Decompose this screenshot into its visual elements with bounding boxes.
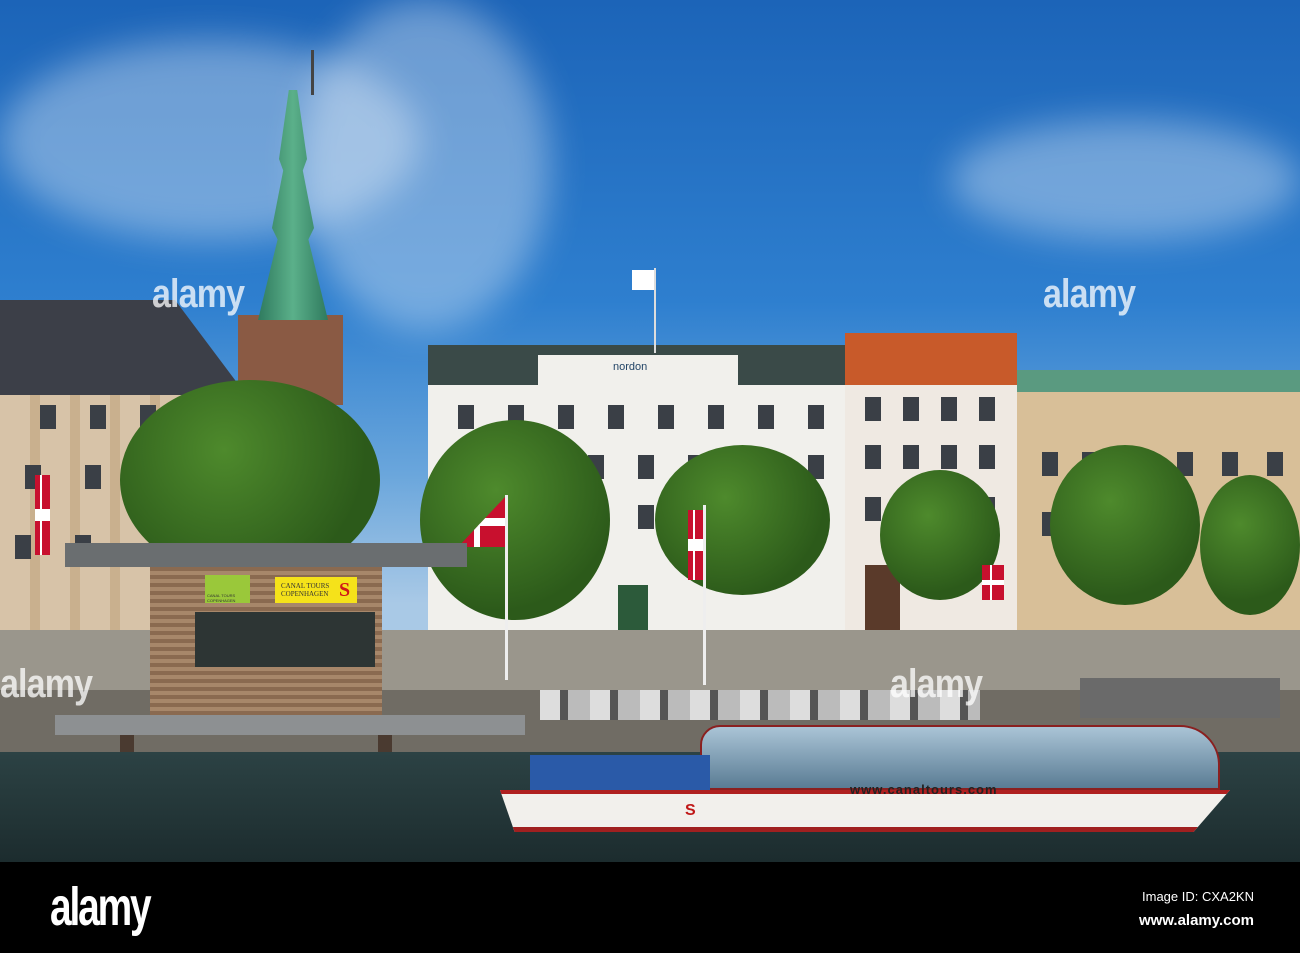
flagpole [654,268,656,353]
kiosk-sign-green: CANAL TOURS COPENHAGEN [205,575,250,603]
kiosk-canopy [65,543,467,567]
gangway [1080,678,1280,718]
image-id: Image ID: CXA2KN [1142,889,1254,904]
watermark: alamy [0,662,93,706]
boat-logo: S [685,802,696,819]
danish-flag [688,510,703,580]
tree [1050,445,1200,605]
orange-roof [845,333,1017,385]
cloud [300,0,550,330]
tree [420,420,610,620]
watermark: alamy [152,272,245,316]
building-sign: nordon [613,361,648,373]
kiosk-sign-yellow: CANAL TOURS COPENHAGEN S [275,577,357,603]
flagpole [505,495,508,680]
flagpole [703,505,706,685]
tree [1200,475,1300,615]
roof-flag [632,270,654,290]
tour-boat: www.canaltours.com S [500,720,1230,835]
watermark: alamy [890,662,983,706]
tree [655,445,830,595]
footer-bar: alamy Image ID: CXA2KN www.alamy.com [0,862,1300,953]
canal-tours-kiosk: CANAL TOURS COPENHAGEN CANAL TOURS COPEN… [150,567,382,717]
watermark: alamy [1043,272,1136,316]
pier [55,715,525,735]
danish-flag [982,565,1004,600]
boat-url: www.canaltours.com [850,782,998,797]
photo: nordon CANAL TOURS COPENHAGEN CANAL TOUR… [0,0,1300,862]
boat-glass-roof [700,725,1220,790]
canal-tours-logo: S [339,579,351,601]
danish-flag [35,475,50,555]
alamy-url[interactable]: www.alamy.com [1139,912,1254,929]
green-roof [1017,370,1300,392]
spire-tip [311,50,314,95]
boat-seats [530,755,710,790]
cloud [950,120,1300,240]
alamy-logo[interactable]: alamy [50,876,152,938]
